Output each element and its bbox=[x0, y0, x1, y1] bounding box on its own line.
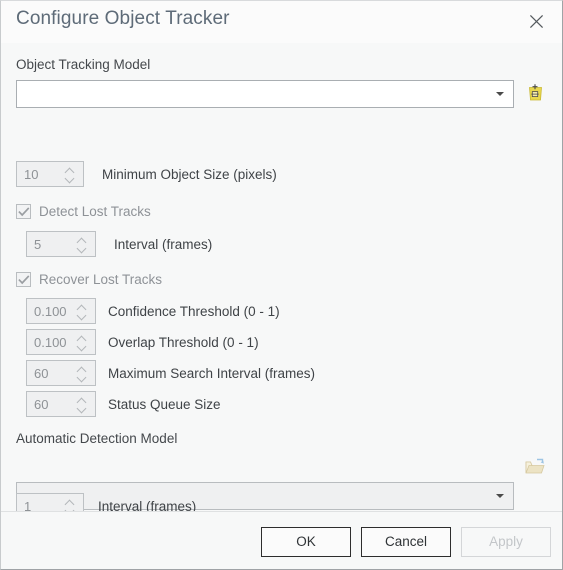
recover-confidence-threshold-label: Confidence Threshold (0 - 1) bbox=[108, 303, 280, 319]
recover-max-search-interval-row: 60 Maximum Search Interval (frames) bbox=[26, 360, 315, 386]
minimum-object-size-value: 10 bbox=[24, 166, 39, 182]
page-title: Configure Object Tracker bbox=[16, 8, 230, 29]
recover-max-search-interval-label: Maximum Search Interval (frames) bbox=[108, 365, 316, 381]
automatic-detection-model-label-row: Automatic Detection Model bbox=[16, 431, 177, 446]
recover-max-search-interval-value: 60 bbox=[34, 365, 49, 381]
recover-confidence-threshold-value: 0.100 bbox=[34, 303, 67, 319]
dialog-body: Object Tracking Model 10 Minimum Object … bbox=[1, 43, 562, 550]
cancel-button[interactable]: Cancel bbox=[361, 527, 451, 557]
recover-lost-tracks-label: Recover Lost Tracks bbox=[39, 272, 163, 287]
detect-interval-row: 5 Interval (frames) bbox=[26, 231, 212, 257]
open-folder-icon bbox=[524, 457, 546, 477]
recover-overlap-threshold-row: 0.100 Overlap Threshold (0 - 1) bbox=[26, 329, 259, 355]
chevron-down-icon[interactable] bbox=[78, 344, 87, 349]
minimum-object-size-label: Minimum Object Size (pixels) bbox=[102, 166, 277, 182]
recover-max-search-interval-stepper[interactable]: 60 bbox=[26, 360, 96, 386]
recover-status-queue-size-label: Status Queue Size bbox=[108, 396, 221, 412]
close-button[interactable] bbox=[514, 1, 558, 41]
close-icon bbox=[529, 14, 544, 29]
chevron-down-icon[interactable] bbox=[78, 375, 87, 380]
chevron-up-icon[interactable] bbox=[78, 336, 87, 341]
minimum-object-size-stepper[interactable]: 10 bbox=[16, 161, 84, 187]
stepper-buttons[interactable] bbox=[60, 162, 83, 186]
apply-button: Apply bbox=[461, 527, 551, 557]
chevron-up-icon[interactable] bbox=[66, 168, 75, 173]
minimum-object-size-row: 10 Minimum Object Size (pixels) bbox=[16, 161, 277, 187]
stepper-buttons[interactable] bbox=[72, 361, 95, 385]
detect-lost-tracks-checkbox[interactable]: Detect Lost Tracks bbox=[16, 204, 151, 219]
chevron-down-icon[interactable] bbox=[66, 176, 75, 181]
chevron-up-icon[interactable] bbox=[78, 238, 87, 243]
detect-interval-stepper[interactable]: 5 bbox=[26, 231, 96, 257]
recover-overlap-threshold-value: 0.100 bbox=[34, 334, 67, 350]
checkbox-box[interactable] bbox=[16, 272, 31, 287]
stepper-buttons[interactable] bbox=[72, 299, 95, 323]
add-model-button[interactable] bbox=[522, 80, 548, 106]
ok-button[interactable]: OK bbox=[261, 527, 351, 557]
configure-object-tracker-dialog: Configure Object Tracker Object Tracking… bbox=[0, 0, 563, 570]
checkbox-box[interactable] bbox=[16, 204, 31, 219]
chevron-down-icon[interactable] bbox=[78, 313, 87, 318]
chevron-down-icon[interactable] bbox=[78, 406, 87, 411]
stepper-buttons[interactable] bbox=[72, 232, 95, 256]
chevron-up-icon[interactable] bbox=[78, 367, 87, 372]
recover-status-queue-size-stepper[interactable]: 60 bbox=[26, 391, 96, 417]
chevron-up-icon[interactable] bbox=[78, 398, 87, 403]
recover-status-queue-size-value: 60 bbox=[34, 396, 49, 412]
dialog-footer: OK Cancel Apply bbox=[1, 511, 562, 569]
stepper-buttons[interactable] bbox=[72, 392, 95, 416]
detect-interval-label: Interval (frames) bbox=[114, 236, 213, 252]
dialog-titlebar: Configure Object Tracker bbox=[1, 1, 562, 43]
recover-lost-tracks-checkbox[interactable]: Recover Lost Tracks bbox=[16, 272, 162, 287]
stepper-buttons[interactable] bbox=[72, 330, 95, 354]
chevron-up-icon[interactable] bbox=[78, 305, 87, 310]
recover-status-queue-size-row: 60 Status Queue Size bbox=[26, 391, 221, 417]
chevron-down-icon bbox=[491, 92, 509, 96]
chevron-down-icon[interactable] bbox=[78, 246, 87, 251]
detect-interval-value: 5 bbox=[34, 236, 42, 252]
recover-confidence-threshold-row: 0.100 Confidence Threshold (0 - 1) bbox=[26, 298, 280, 324]
chevron-down-icon bbox=[491, 494, 509, 498]
chevron-up-icon[interactable] bbox=[66, 500, 75, 505]
browse-detection-model-button[interactable] bbox=[522, 454, 548, 480]
object-tracking-model-label: Object Tracking Model bbox=[16, 57, 151, 72]
object-tracking-model-label-row: Object Tracking Model bbox=[16, 57, 150, 72]
object-tracking-model-combobox[interactable] bbox=[16, 80, 514, 108]
recover-confidence-threshold-stepper[interactable]: 0.100 bbox=[26, 298, 96, 324]
detect-lost-tracks-label: Detect Lost Tracks bbox=[39, 204, 151, 219]
automatic-detection-model-label: Automatic Detection Model bbox=[16, 431, 178, 446]
add-model-icon bbox=[524, 82, 546, 104]
recover-overlap-threshold-label: Overlap Threshold (0 - 1) bbox=[108, 334, 259, 350]
recover-overlap-threshold-stepper[interactable]: 0.100 bbox=[26, 329, 96, 355]
